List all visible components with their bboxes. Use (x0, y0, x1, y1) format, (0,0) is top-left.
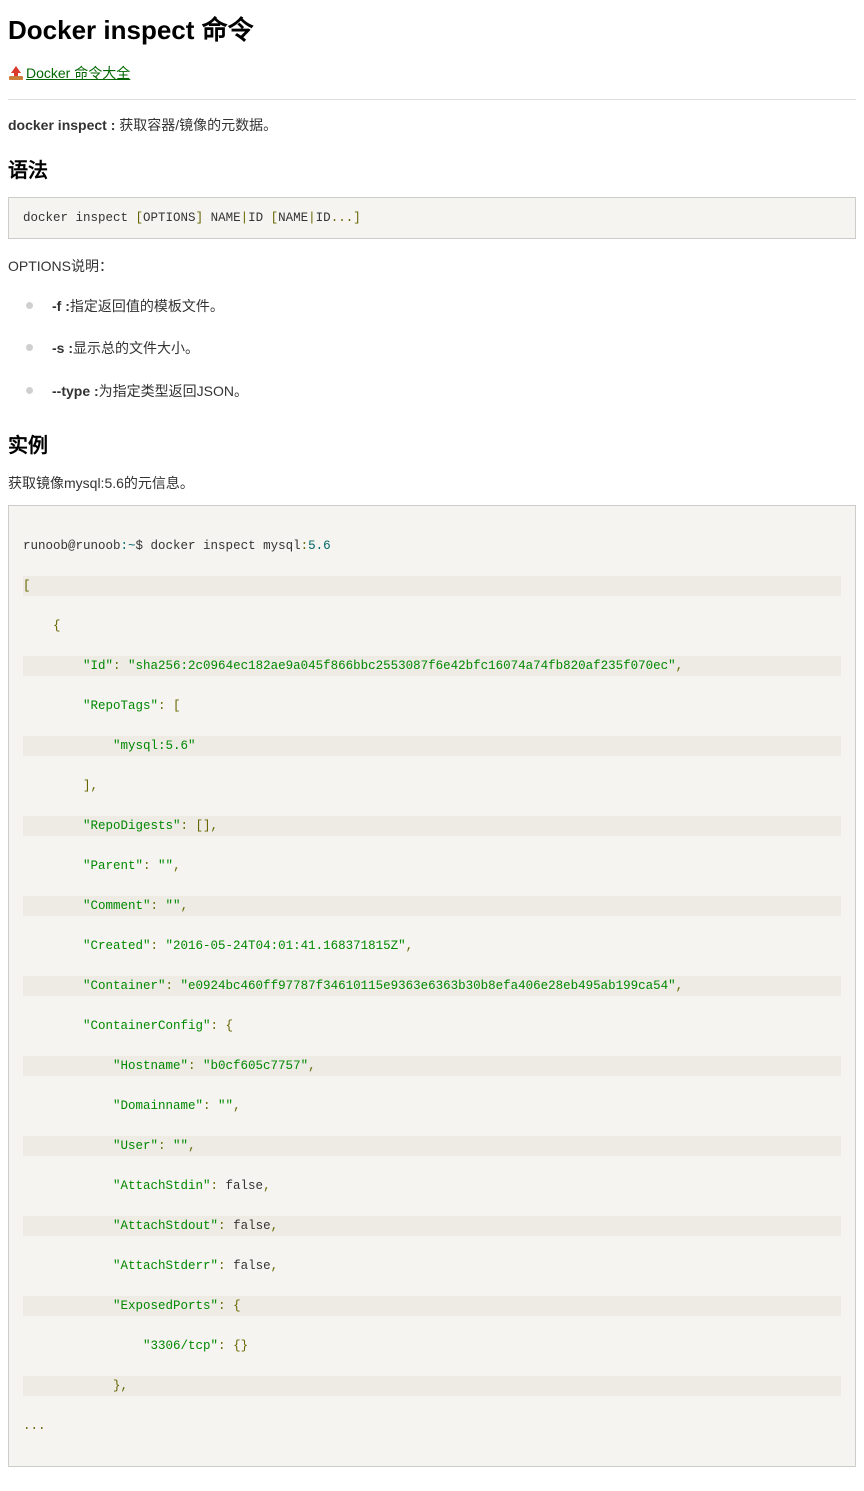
divider (8, 99, 856, 100)
code-line: "Domainname": "", (23, 1096, 841, 1116)
intro-line: docker inspect : 获取容器/镜像的元数据。 (8, 114, 856, 136)
example-codeblock: runoob@runoob:~$ docker inspect mysql:5.… (8, 505, 856, 1467)
code-line: "Parent": "", (23, 856, 841, 876)
options-label: OPTIONS说明： (8, 255, 856, 277)
code-line: ... (23, 1416, 841, 1436)
code-line: "mysql:5.6" (23, 736, 841, 756)
code-line: [ (23, 576, 841, 596)
code-text: ID (316, 211, 331, 225)
option-flag: --type : (52, 383, 99, 399)
syntax-heading: 语法 (8, 155, 856, 187)
code-text: OPTIONS (143, 211, 196, 225)
arrow-up-icon (8, 65, 24, 81)
option-desc: 为指定类型返回JSON。 (99, 383, 248, 399)
option-item: --type :为指定类型返回JSON。 (8, 370, 856, 412)
code-punct: | (241, 211, 249, 225)
options-list: -f :指定返回值的模板文件。 -s :显示总的文件大小。 --type :为指… (8, 285, 856, 412)
code-line: "ExposedPorts": { (23, 1296, 841, 1316)
code-punct: | (308, 211, 316, 225)
code-punct: [ (271, 211, 279, 225)
code-line: "AttachStdin": false, (23, 1176, 841, 1196)
back-link-text: Docker 命令大全 (26, 62, 130, 84)
code-line: "AttachStderr": false, (23, 1256, 841, 1276)
code-line: { (23, 616, 841, 636)
code-punct: [ (136, 211, 144, 225)
code-line: "AttachStdout": false, (23, 1216, 841, 1236)
code-text: NAME (203, 211, 241, 225)
code-text: ID (248, 211, 271, 225)
option-item: -f :指定返回值的模板文件。 (8, 285, 856, 327)
option-flag: -s : (52, 340, 73, 356)
code-line: "3306/tcp": {} (23, 1336, 841, 1356)
code-line: "Id": "sha256:2c0964ec182ae9a045f866bbc2… (23, 656, 841, 676)
page-title: Docker inspect 命令 (8, 10, 856, 52)
code-line: ], (23, 776, 841, 796)
code-line: }, (23, 1376, 841, 1396)
syntax-codeblock: docker inspect [OPTIONS] NAME|ID [NAME|I… (8, 197, 856, 239)
back-link[interactable]: Docker 命令大全 (8, 62, 130, 84)
example-description: 获取镜像mysql:5.6的元信息。 (8, 472, 856, 494)
intro-cmd: docker inspect : (8, 117, 115, 133)
code-line: "Comment": "", (23, 896, 841, 916)
examples-heading: 实例 (8, 430, 856, 462)
intro-desc: 获取容器/镜像的元数据。 (115, 117, 277, 133)
code-text: NAME (278, 211, 308, 225)
code-line: "RepoTags": [ (23, 696, 841, 716)
code-line: "RepoDigests": [], (23, 816, 841, 836)
code-text: docker inspect (23, 211, 136, 225)
code-line: "ContainerConfig": { (23, 1016, 841, 1036)
option-desc: 显示总的文件大小。 (73, 340, 199, 356)
option-desc: 指定返回值的模板文件。 (70, 298, 224, 314)
code-punct: ...] (331, 211, 361, 225)
code-punct: ] (196, 211, 204, 225)
code-line: "Created": "2016-05-24T04:01:41.16837181… (23, 936, 841, 956)
code-line: "Container": "e0924bc460ff97787f34610115… (23, 976, 841, 996)
code-line: runoob@runoob:~$ docker inspect mysql:5.… (23, 536, 841, 556)
code-line: "User": "", (23, 1136, 841, 1156)
code-line: "Hostname": "b0cf605c7757", (23, 1056, 841, 1076)
option-flag: -f : (52, 298, 70, 314)
option-item: -s :显示总的文件大小。 (8, 327, 856, 369)
